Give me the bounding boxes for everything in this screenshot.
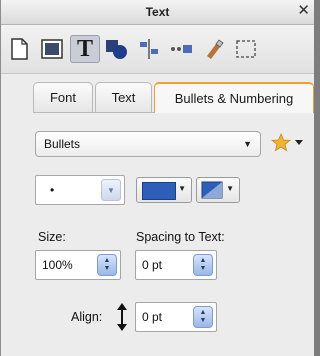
brush-icon — [207, 39, 224, 59]
document-tool-button[interactable] — [4, 35, 34, 63]
size-input[interactable]: 100% ▲ ▼ — [35, 250, 121, 280]
image-bullet-picker[interactable] — [270, 132, 307, 154]
align-stepper[interactable]: ▲ ▼ — [193, 306, 213, 328]
align-tool-button[interactable] — [134, 35, 164, 63]
selection-icon — [236, 40, 256, 58]
star-icon — [270, 132, 303, 152]
spacing-stepper[interactable]: ▲ ▼ — [193, 254, 213, 276]
spacing-to-text-value: 0 pt — [142, 258, 163, 272]
shapes-tool-button[interactable] — [102, 35, 132, 63]
window-title: Text — [145, 5, 170, 19]
spacing-to-text-label: Spacing to Text: — [136, 230, 225, 244]
gradient-swatch-icon — [201, 181, 223, 199]
tab-content-area: Font Text Bullets & Numbering Bullets ▼ … — [1, 74, 314, 356]
chevron-down-icon: ▼ — [199, 265, 207, 272]
bullet-type-value: Bullets — [44, 137, 81, 151]
size-label: Size: — [38, 230, 66, 244]
title-bar: Text ✕ — [1, 0, 314, 25]
fill-tool-button[interactable] — [37, 35, 67, 63]
chevron-up-icon: ▲ — [199, 257, 207, 264]
size-stepper[interactable]: ▲ ▼ — [97, 254, 117, 276]
chevron-down-icon: ▼ — [243, 139, 252, 149]
close-icon[interactable]: ✕ — [297, 3, 310, 19]
bullet-type-select[interactable]: Bullets ▼ — [35, 131, 261, 157]
bullet-color-button[interactable]: ▼ — [136, 177, 192, 203]
chevron-down-icon: ▼ — [226, 184, 234, 193]
fill-icon — [41, 39, 63, 59]
spacing-to-text-input[interactable]: 0 pt ▲ ▼ — [135, 250, 217, 280]
bullet-fill-button[interactable]: ▼ — [196, 177, 240, 203]
align-icon — [140, 39, 158, 59]
chevron-down-icon: ▼ — [178, 184, 186, 193]
chevron-up-icon: ▲ — [103, 257, 111, 264]
vertical-align-icon — [115, 302, 129, 332]
chevron-down-icon: ▼ — [107, 185, 115, 195]
size-value: 100% — [42, 258, 73, 272]
inspector-toolbar: T — [1, 25, 314, 74]
chevron-up-icon: ▲ — [199, 309, 207, 316]
align-label: Align: — [71, 310, 103, 324]
bullet-character-combo[interactable]: • ▼ — [35, 175, 125, 205]
connector-icon — [171, 45, 192, 53]
connector-tool-button[interactable] — [166, 35, 196, 63]
tab-text[interactable]: Text — [95, 82, 152, 112]
tab-font[interactable]: Font — [33, 82, 93, 112]
text-inspector-panel: Text ✕ T Font Text Bullets & Numbering B… — [0, 0, 314, 356]
text-tool-button[interactable]: T — [70, 35, 100, 63]
align-value: 0 pt — [142, 310, 163, 324]
combo-dropdown-button[interactable]: ▼ — [101, 179, 121, 201]
brush-tool-button[interactable] — [199, 35, 229, 63]
text-icon: T — [76, 35, 93, 62]
shapes-icon — [106, 40, 127, 59]
color-swatch — [142, 182, 176, 200]
chevron-down-icon: ▼ — [103, 265, 111, 272]
document-icon — [11, 38, 28, 60]
align-input[interactable]: 0 pt ▲ ▼ — [135, 302, 217, 332]
tab-bullets-numbering[interactable]: Bullets & Numbering — [154, 82, 314, 113]
selection-tool-button[interactable] — [231, 35, 261, 63]
bullet-character-value: • — [50, 183, 55, 197]
chevron-down-icon: ▼ — [199, 317, 207, 324]
